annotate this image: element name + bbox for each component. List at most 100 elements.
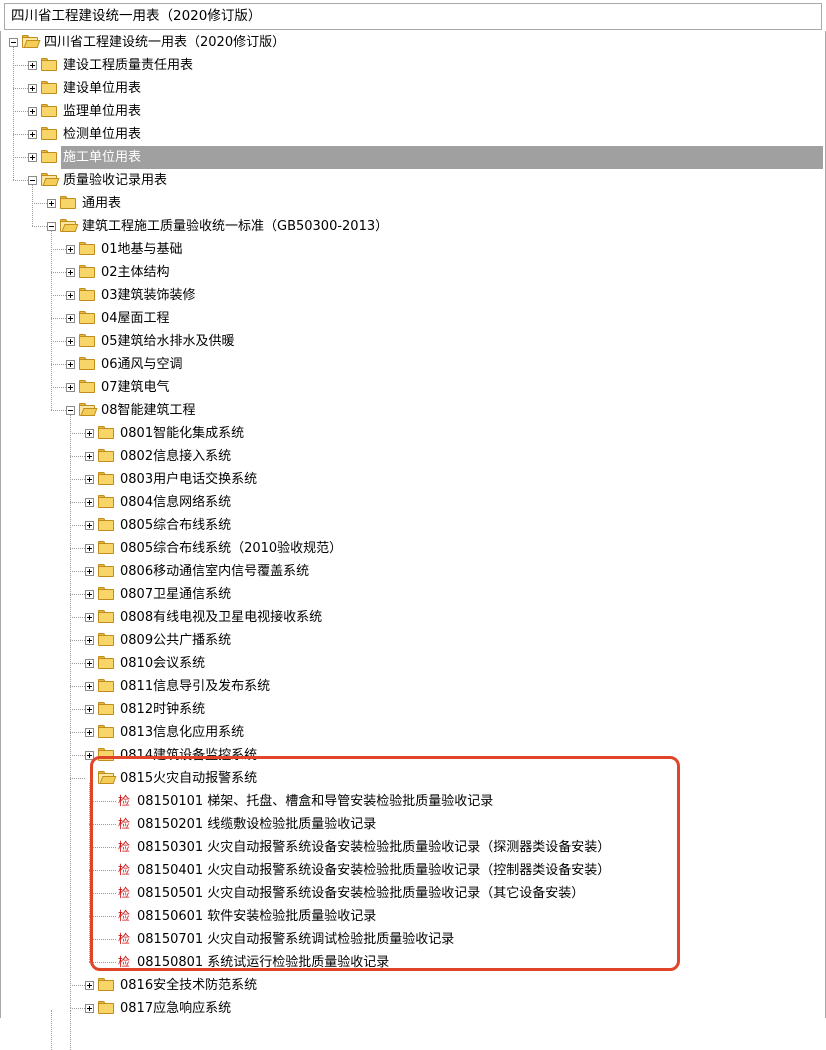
expand-icon[interactable] [85, 636, 94, 645]
inspection-icon: 检 [118, 932, 131, 946]
tree-item-label: 08150801 系统试运行检验批质量验收记录 [137, 955, 390, 970]
tree-item-label: 08150301 火灾自动报警系统设备安装检验批质量验收记录（探测器类设备安装） [137, 840, 611, 855]
expand-icon[interactable] [85, 659, 94, 668]
tree-folder-item[interactable]: 03建筑装饰装修 [1, 284, 821, 307]
tree-leaf-item[interactable]: 检 08150601 软件安装检验批质量验收记录 [1, 905, 821, 928]
tree-leaf-item[interactable]: 检 08150401 火灾自动报警系统设备安装检验批质量验收记录（控制器类设备安装… [1, 859, 821, 882]
folder-icon [60, 196, 77, 210]
expand-icon[interactable] [85, 981, 94, 990]
tree-folder-item[interactable]: 02主体结构 [1, 261, 821, 284]
tree-folder-item[interactable]: 0816安全技术防范系统 [1, 974, 821, 997]
expand-icon[interactable] [85, 567, 94, 576]
tree-leaf-item[interactable]: 检 08150501 火灾自动报警系统设备安装检验批质量验收记录（其它设备安装） [1, 882, 821, 905]
expand-icon[interactable] [66, 291, 75, 300]
tree-folder-item[interactable]: 0810会议系统 [1, 652, 821, 675]
tree-folder-item[interactable]: 通用表 [1, 192, 821, 215]
tree-folder-item[interactable]: 质量验收记录用表 [1, 169, 821, 192]
folder-icon [98, 633, 115, 647]
tree-folder-item[interactable]: 0817应急响应系统 [1, 997, 821, 1020]
tree-folder-item[interactable]: 0808有线电视及卫星电视接收系统 [1, 606, 821, 629]
collapse-icon[interactable] [28, 176, 37, 185]
expand-icon[interactable] [66, 383, 75, 392]
tree-folder-item[interactable]: 05建筑给水排水及供暖 [1, 330, 821, 353]
expand-icon[interactable] [28, 107, 37, 116]
tree-item-label: 08150501 火灾自动报警系统设备安装检验批质量验收记录（其它设备安装） [137, 886, 585, 901]
folder-open-icon [60, 219, 79, 233]
collapse-icon[interactable] [47, 222, 56, 231]
tree-folder-item[interactable]: 检测单位用表 [1, 123, 821, 146]
expand-icon[interactable] [66, 360, 75, 369]
tree-folder-item[interactable]: 0805综合布线系统（2010验收规范） [1, 537, 821, 560]
expand-icon[interactable] [85, 429, 94, 438]
tree-folder-item[interactable]: 建筑工程施工质量验收统一标准（GB50300-2013） [1, 215, 821, 238]
window-title: 四川省工程建设统一用表（2020修订版） [4, 3, 822, 30]
expand-icon[interactable] [85, 1004, 94, 1013]
folder-icon [41, 127, 58, 141]
expand-icon[interactable] [85, 613, 94, 622]
tree-folder-item[interactable]: 0805综合布线系统 [1, 514, 821, 537]
tree-leaf-item[interactable]: 检 08150801 系统试运行检验批质量验收记录 [1, 951, 821, 974]
collapse-icon[interactable] [9, 38, 18, 47]
expand-icon[interactable] [66, 268, 75, 277]
inspection-icon: 检 [118, 840, 131, 854]
tree-folder-item[interactable]: 0813信息化应用系统 [1, 721, 821, 744]
tree-folder-item[interactable]: 0806移动通信室内信号覆盖系统 [1, 560, 821, 583]
expand-icon[interactable] [85, 705, 94, 714]
expand-icon[interactable] [85, 475, 94, 484]
tree-folder-item[interactable]: 施工单位用表 [1, 146, 823, 169]
tree-item-label: 0801智能化集成系统 [120, 426, 245, 441]
tree-item-label: 0817应急响应系统 [120, 1001, 232, 1016]
tree-folder-item[interactable]: 07建筑电气 [1, 376, 821, 399]
tree-folder-item[interactable]: 建设工程质量责任用表 [1, 54, 821, 77]
tree-folder-item[interactable]: 0804信息网络系统 [1, 491, 821, 514]
tree-folder-item[interactable]: 08智能建筑工程 [1, 399, 821, 422]
expand-icon[interactable] [66, 314, 75, 323]
expand-icon[interactable] [85, 544, 94, 553]
tree-folder-item[interactable]: 0801智能化集成系统 [1, 422, 821, 445]
tree-folder-item[interactable]: 0807卫星通信系统 [1, 583, 821, 606]
tree-leaf-item[interactable]: 检 08150701 火灾自动报警系统调试检验批质量验收记录 [1, 928, 821, 951]
tree-folder-item[interactable]: 建设单位用表 [1, 77, 821, 100]
expand-icon[interactable] [85, 452, 94, 461]
expand-icon[interactable] [85, 498, 94, 507]
tree-item-label: 0812时钟系统 [120, 702, 206, 717]
tree-view[interactable]: 四川省工程建设统一用表（2020修订版） 建设工程质量责任用表 建设单位用表 监理单位… [0, 31, 826, 1050]
tree-folder-item[interactable]: 0802信息接入系统 [1, 445, 821, 468]
tree-folder-item[interactable]: 0815火灾自动报警系统 [1, 767, 821, 790]
tree-folder-item[interactable]: 监理单位用表 [1, 100, 821, 123]
tree-folder-item[interactable]: 0814建筑设备监控系统 [1, 744, 821, 767]
expand-icon[interactable] [47, 199, 56, 208]
folder-icon [79, 311, 96, 325]
tree-folder-item[interactable]: 0803用户电话交换系统 [1, 468, 821, 491]
tree-folder-item[interactable]: 04屋面工程 [1, 307, 821, 330]
tree-item-label: 0806移动通信室内信号覆盖系统 [120, 564, 310, 579]
expand-icon[interactable] [85, 682, 94, 691]
expand-icon[interactable] [85, 751, 94, 760]
tree-folder-item[interactable]: 0811信息导引及发布系统 [1, 675, 821, 698]
expand-icon[interactable] [28, 61, 37, 70]
tree-folder-item[interactable]: 0812时钟系统 [1, 698, 821, 721]
expand-icon[interactable] [85, 728, 94, 737]
tree-item-label: 0813信息化应用系统 [120, 725, 245, 740]
tree-item-label: 0805综合布线系统（2010验收规范） [120, 541, 343, 556]
expand-icon[interactable] [85, 590, 94, 599]
expand-icon[interactable] [28, 84, 37, 93]
inspection-icon: 检 [118, 794, 131, 808]
folder-icon [98, 472, 115, 486]
tree-folder-item[interactable]: 0809公共广播系统 [1, 629, 821, 652]
expand-icon[interactable] [66, 245, 75, 254]
expand-icon[interactable] [28, 153, 37, 162]
tree-leaf-item[interactable]: 检 08150101 梯架、托盘、槽盒和导管安装检验批质量验收记录 [1, 790, 821, 813]
expand-icon[interactable] [66, 337, 75, 346]
expand-icon[interactable] [28, 130, 37, 139]
tree-leaf-item[interactable]: 检 08150301 火灾自动报警系统设备安装检验批质量验收记录（探测器类设备安装… [1, 836, 821, 859]
tree-leaf-item[interactable]: 检 08150201 线缆敷设检验批质量验收记录 [1, 813, 821, 836]
expand-icon[interactable] [85, 521, 94, 530]
collapse-icon[interactable] [66, 406, 75, 415]
tree-folder-item[interactable]: 01地基与基础 [1, 238, 821, 261]
inspection-icon: 检 [118, 955, 131, 969]
tree-folder-item[interactable]: 四川省工程建设统一用表（2020修订版） [1, 31, 821, 54]
folder-icon [79, 380, 96, 394]
tree-folder-item[interactable]: 06通风与空调 [1, 353, 821, 376]
folder-icon [98, 610, 115, 624]
